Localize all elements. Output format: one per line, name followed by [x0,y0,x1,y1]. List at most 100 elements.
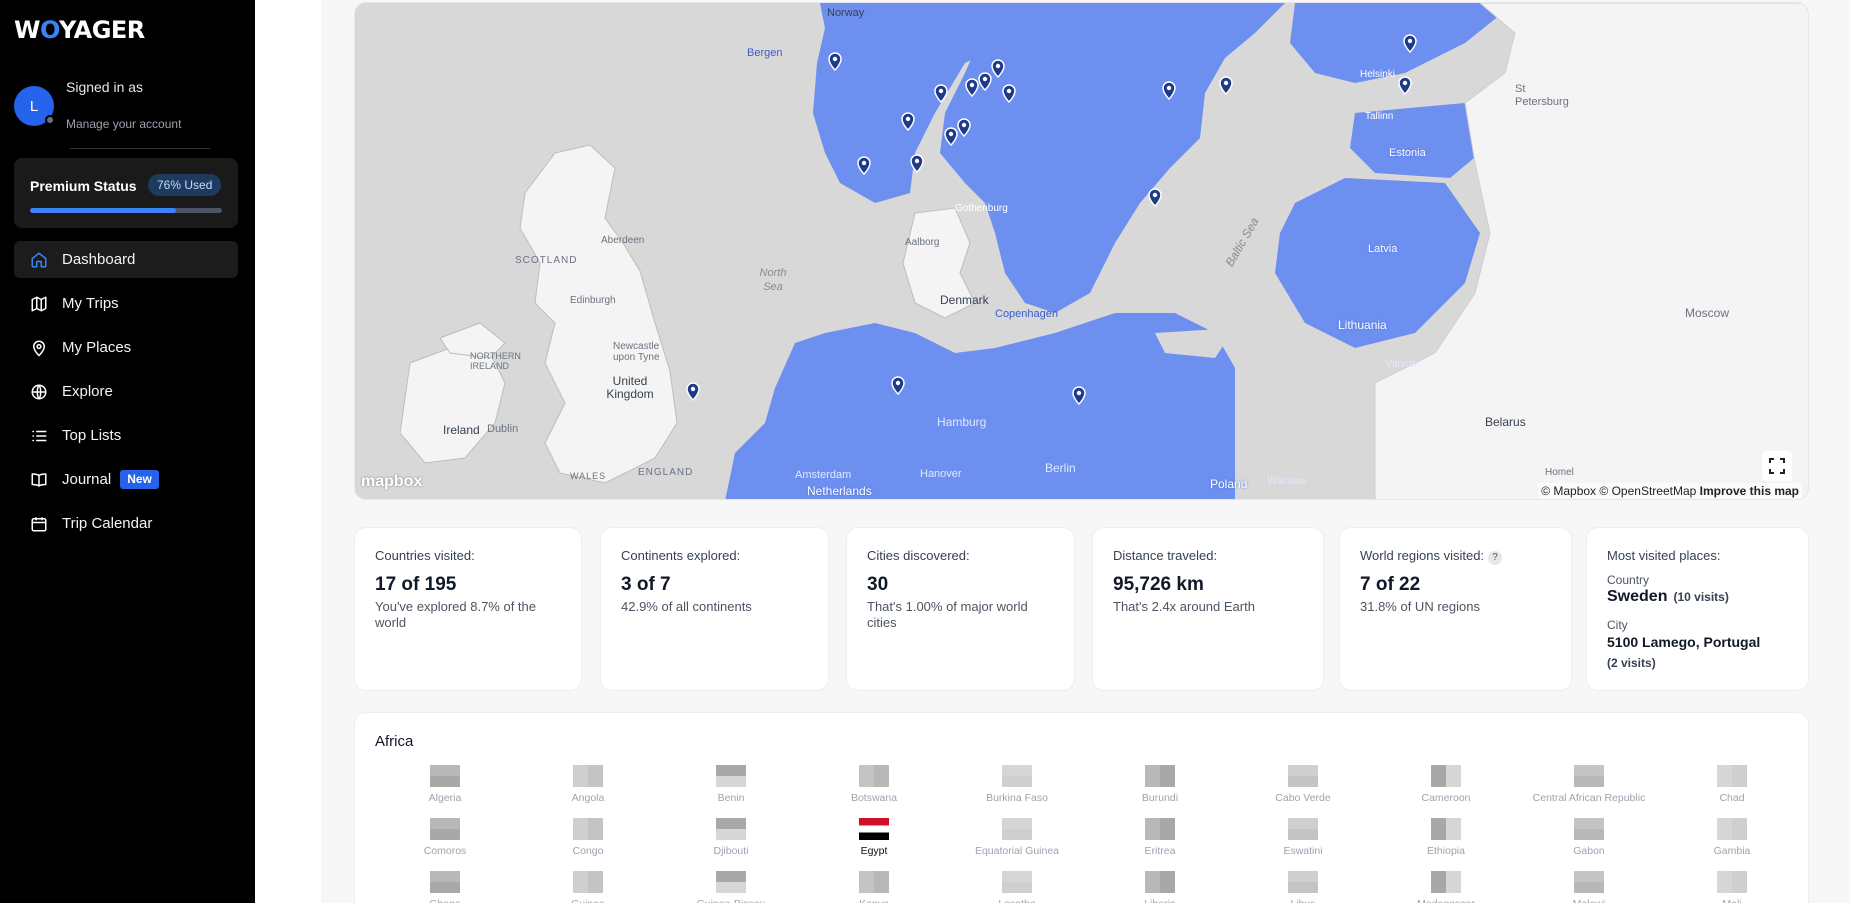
country-flag-item[interactable]: Equatorial Guinea [947,818,1087,870]
country-name: Guinea [518,898,658,903]
country-flag-item[interactable]: Benin [661,765,801,817]
country-flag-item[interactable]: Ethiopia [1376,818,1516,870]
osm-attribution-link[interactable]: © OpenStreetMap [1599,484,1696,498]
map-pin-icon[interactable] [1161,80,1177,100]
country-flag-item[interactable]: Botswana [804,765,944,817]
manage-account-link[interactable]: Manage your account [66,117,181,131]
stat-card-distance: Distance traveled: 95,726 km That's 2.4x… [1092,527,1324,691]
country-flag-item[interactable]: Egypt [804,818,944,870]
map-label-netherlands: Netherlands [807,484,872,498]
city-label: City [1607,618,1628,632]
sidebar-item-dashboard[interactable]: Dashboard [14,241,238,278]
flag-icon [1574,871,1604,893]
country-name: Cabo Verde [1275,792,1331,804]
map-pin-icon[interactable] [890,375,906,395]
sidebar: WOYAGER L Signed in as Manage your accou… [0,0,255,903]
map-pin-icon[interactable] [1147,187,1163,207]
map-pin-icon[interactable] [909,153,925,173]
country-flag-item[interactable]: Cabo Verde [1233,765,1373,817]
map-canvas[interactable] [355,3,1809,500]
country-flag-item[interactable]: Gabon [1519,818,1659,870]
country-flag-item[interactable]: Libya [1233,871,1373,903]
fullscreen-button[interactable] [1762,451,1792,481]
country-name: Ethiopia [1427,845,1465,857]
visited-countries-map[interactable]: Norway Bergen SCOTLAND Aberdeen Edinburg… [354,2,1809,500]
map-pin-icon[interactable] [827,51,843,71]
country-name: Burkina Faso [986,792,1048,804]
country-flag-item[interactable]: Burkina Faso [947,765,1087,817]
country-flag-item[interactable]: Kenya [804,871,944,903]
country-flag-item[interactable]: Liberia [1090,871,1230,903]
flag-icon [1002,871,1032,893]
divider [70,148,210,149]
map-pin-icon[interactable] [1071,385,1087,405]
flag-icon [1431,871,1461,893]
map-label-norway: Norway [827,7,865,19]
country-flag-item[interactable]: Ghana [375,871,515,903]
mapbox-logo[interactable]: mapbox [361,473,422,491]
fullscreen-icon [1769,458,1785,474]
map-label-bergen: Bergen [747,47,783,59]
country-name: Madagascar [1376,898,1516,903]
avatar[interactable]: L [14,86,55,126]
flag-icon [859,871,889,893]
sidebar-item-top-lists[interactable]: Top Lists [14,417,238,454]
country-flag-item[interactable]: Madagascar [1376,871,1516,903]
map-pin-icon[interactable] [990,58,1006,78]
country-flag-item[interactable]: Cameroon [1376,765,1516,817]
country-name: Angola [571,792,605,804]
mapbox-attribution-link[interactable]: © Mapbox [1541,484,1596,498]
country-flag-item[interactable]: Guinea-Bissau [661,871,801,903]
map-pin-icon[interactable] [1001,83,1017,103]
map-pin-icon[interactable] [1218,75,1234,95]
country-flag-item[interactable]: Eswatini [1233,818,1373,870]
country-flag-item[interactable]: Chad [1662,765,1802,817]
country-flag-item[interactable]: Lesotho [947,871,1087,903]
country-flag-item[interactable]: Congo [518,818,658,870]
app-logo[interactable]: WOYAGER [14,16,145,44]
sidebar-item-trip-calendar[interactable]: Trip Calendar [14,505,238,542]
sidebar-item-explore[interactable]: Explore [14,373,238,410]
stat-card-continents: Continents explored: 3 of 7 42.9% of all… [600,527,829,691]
map-pin-icon[interactable] [943,126,959,146]
country-flag-item[interactable]: Burundi [1090,765,1230,817]
country-name: Guinea-Bissau [661,898,801,903]
map-label-aalborg: Aalborg [905,237,940,248]
country-flag-item[interactable]: Angola [518,765,658,817]
sidebar-item-my-trips[interactable]: My Trips [14,285,238,322]
sidebar-item-my-places[interactable]: My Places [14,329,238,366]
map-pin-icon[interactable] [933,83,949,103]
stat-value: 3 of 7 [621,574,671,595]
stat-desc: 42.9% of all continents [621,599,752,614]
country-flag-item[interactable]: Malawi [1519,871,1659,903]
map-pin-icon[interactable] [1397,75,1413,95]
country-flag-item[interactable]: Djibouti [661,818,801,870]
country-flag-item[interactable]: Guinea [518,871,658,903]
country-flag-item[interactable]: Gambia [1662,818,1802,870]
map-pin-icon[interactable] [856,155,872,175]
map-pin-icon[interactable] [685,381,701,401]
signed-in-label: Signed in as [66,79,144,95]
sidebar-item-journal[interactable]: Journal New [14,461,238,498]
premium-status-card[interactable]: Premium Status 76% Used [14,158,238,228]
country-name: Congo [572,845,604,857]
account-menu[interactable]: L Signed in as Manage your account [14,78,244,134]
stat-desc: That's 2.4x around Earth [1113,599,1255,614]
country-flag-item[interactable]: Comoros [375,818,515,870]
country-flag-item[interactable]: Mali [1662,871,1802,903]
country-flag-item[interactable]: Central African Republic [1519,765,1659,817]
city-visits: (2 visits) [1607,656,1656,670]
map-label-st-petersburg: St Petersburg [1515,83,1569,108]
help-icon[interactable]: ? [1488,551,1503,565]
home-icon [31,252,47,267]
country-flag-item[interactable]: Eritrea [1090,818,1230,870]
map-pin-icon[interactable] [1402,33,1418,53]
map-label-dublin: Dublin [487,423,519,435]
country-name: Equatorial Guinea [974,845,1060,857]
map-label-lithuania: Lithuania [1338,318,1387,332]
sidebar-nav: Dashboard My Trips My Places Explore Top… [14,241,238,549]
map-label-vilnius: Vilnius [1385,358,1418,370]
country-flag-item[interactable]: Algeria [375,765,515,817]
improve-map-link[interactable]: Improve this map [1700,484,1799,498]
map-pin-icon[interactable] [900,111,916,131]
